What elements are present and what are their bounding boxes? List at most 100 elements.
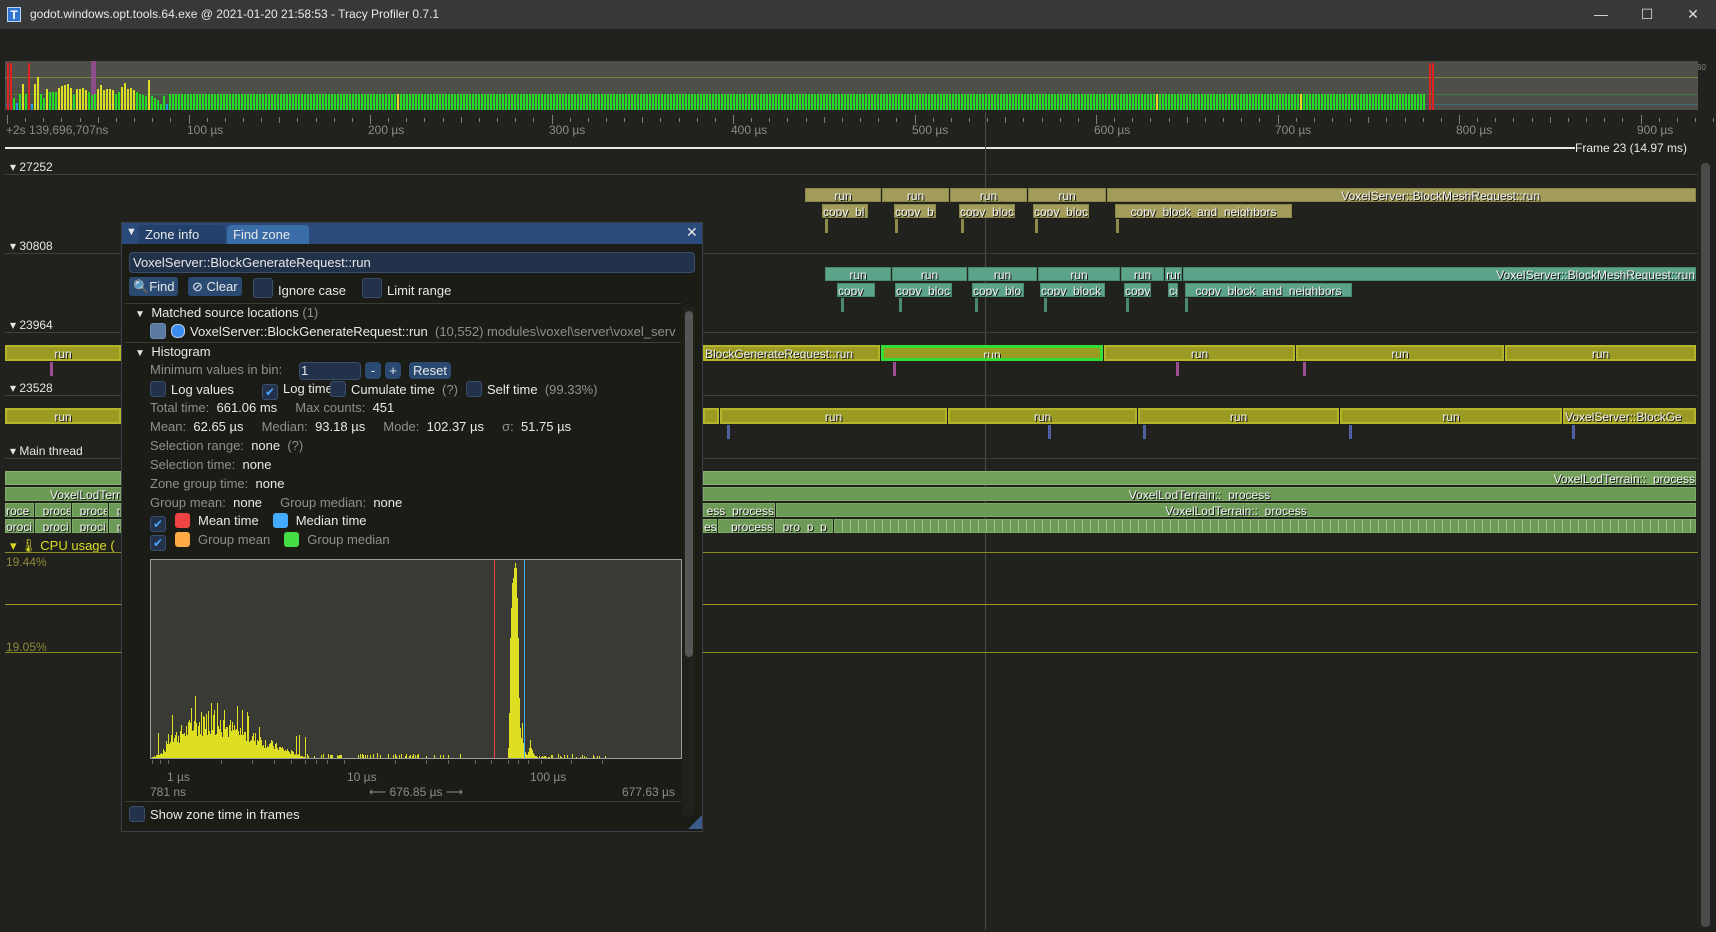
frame-bar[interactable] xyxy=(1252,94,1254,110)
frame-bar[interactable] xyxy=(448,94,450,110)
zone-run[interactable]: run xyxy=(5,408,121,424)
frame-bar[interactable] xyxy=(811,94,813,110)
tab-zone-info[interactable]: Zone info xyxy=(139,225,225,244)
frame-bar[interactable] xyxy=(724,94,726,110)
frame-bar[interactable] xyxy=(511,94,513,110)
zone-copy-block-and-neighbors[interactable]: copy_block_and_neighbors xyxy=(1185,283,1352,297)
frame-bar[interactable] xyxy=(1066,94,1068,110)
frame-bar[interactable] xyxy=(853,94,855,110)
increment-button[interactable]: + xyxy=(385,362,401,379)
frame-bar[interactable] xyxy=(1279,94,1281,110)
frame-bar[interactable] xyxy=(1045,94,1047,110)
frame-bar[interactable] xyxy=(1219,94,1221,110)
decrement-button[interactable]: - xyxy=(365,362,381,379)
frame-bar[interactable] xyxy=(1267,94,1269,110)
frame-bar[interactable] xyxy=(313,94,315,110)
frame-bar[interactable] xyxy=(1069,94,1071,110)
frame-bar[interactable] xyxy=(1063,94,1065,110)
zone-process[interactable]: roce xyxy=(5,503,34,517)
frame-bar[interactable] xyxy=(880,94,882,110)
checkbox-checked[interactable]: ✔ xyxy=(150,516,166,532)
frame-bar[interactable] xyxy=(1141,94,1143,110)
frame-bar[interactable] xyxy=(1021,94,1023,110)
frame-bar[interactable] xyxy=(1351,94,1353,110)
tab-find-zone[interactable]: Find zone xyxy=(227,225,309,244)
frame-bar[interactable] xyxy=(364,94,366,110)
frame-bar[interactable] xyxy=(949,94,951,110)
frame-bar[interactable] xyxy=(1363,94,1365,110)
frame-bar[interactable] xyxy=(547,94,549,110)
frame-bar[interactable] xyxy=(1177,94,1179,110)
frame-bar[interactable] xyxy=(379,94,381,110)
frame-bar[interactable] xyxy=(292,94,294,110)
zone-copy-block[interactable]: copy_bloc xyxy=(959,204,1015,218)
zone-run[interactable]: run xyxy=(1038,267,1120,281)
frame-bar[interactable] xyxy=(1402,94,1404,110)
frame-bar[interactable] xyxy=(721,94,723,110)
frame-bar[interactable] xyxy=(1381,94,1383,110)
frame-bar[interactable] xyxy=(661,94,663,110)
frame-bar[interactable] xyxy=(685,94,687,110)
frame-bar[interactable] xyxy=(955,94,957,110)
zone-run[interactable]: run xyxy=(948,408,1137,424)
frame-bar[interactable] xyxy=(748,94,750,110)
frame-bar[interactable] xyxy=(841,94,843,110)
frame-bar[interactable] xyxy=(1432,63,1434,110)
frame-bar[interactable] xyxy=(514,94,516,110)
frame-bar[interactable] xyxy=(1339,94,1341,110)
frame-bar[interactable] xyxy=(418,94,420,110)
frame-bar[interactable] xyxy=(163,96,165,110)
frame-bar[interactable] xyxy=(838,94,840,110)
frame-bar[interactable] xyxy=(256,94,258,110)
frame-bar[interactable] xyxy=(346,94,348,110)
frame-bar[interactable] xyxy=(592,94,594,110)
frame-bar[interactable] xyxy=(73,95,75,110)
frame-bar[interactable] xyxy=(280,94,282,110)
frame-bar[interactable] xyxy=(181,94,183,110)
checkbox-box[interactable] xyxy=(253,278,273,298)
frame-bar[interactable] xyxy=(58,88,60,110)
frame-bar[interactable] xyxy=(1417,94,1419,110)
frame-bar[interactable] xyxy=(79,89,81,110)
frame-bar[interactable] xyxy=(232,94,234,110)
frame-bar[interactable] xyxy=(964,94,966,110)
frame-bar[interactable] xyxy=(823,94,825,110)
frame-bar[interactable] xyxy=(373,94,375,110)
frame-bar[interactable] xyxy=(889,94,891,110)
frame-bar[interactable] xyxy=(1159,94,1161,110)
frame-bar[interactable] xyxy=(1237,94,1239,110)
frame-bar[interactable] xyxy=(223,94,225,110)
frame-bar[interactable] xyxy=(430,94,432,110)
frame-bar[interactable] xyxy=(1246,94,1248,110)
frame-bar[interactable] xyxy=(1234,94,1236,110)
frame-bar[interactable] xyxy=(550,94,552,110)
frame-bar[interactable] xyxy=(730,94,732,110)
frame-bar[interactable] xyxy=(1180,94,1182,110)
frame-bar[interactable] xyxy=(1135,94,1137,110)
frame-bar[interactable] xyxy=(40,94,42,110)
frame-bar[interactable] xyxy=(859,94,861,110)
frame-bar[interactable] xyxy=(847,94,849,110)
frame-bar[interactable] xyxy=(1390,94,1392,110)
frame-bar[interactable] xyxy=(1330,94,1332,110)
frame-bar[interactable] xyxy=(112,90,114,110)
histogram-header[interactable]: ▼ Histogram xyxy=(135,344,211,359)
frame-bar[interactable] xyxy=(370,94,372,110)
checkbox-box[interactable] xyxy=(330,381,346,397)
frame-bar[interactable] xyxy=(400,94,402,110)
frame-bar[interactable] xyxy=(1036,94,1038,110)
frame-bar[interactable] xyxy=(157,100,159,110)
frame-bar[interactable] xyxy=(184,94,186,110)
frame-bar[interactable] xyxy=(1081,94,1083,110)
min-values-input[interactable]: 1 xyxy=(299,362,361,380)
frame-bar[interactable] xyxy=(877,94,879,110)
frame-bar[interactable] xyxy=(556,94,558,110)
frame-bar[interactable] xyxy=(415,94,417,110)
frame-bar[interactable] xyxy=(1087,94,1089,110)
cumulate-time-checkbox[interactable]: Cumulate time (?) xyxy=(330,381,458,397)
frame-bar[interactable] xyxy=(1132,94,1134,110)
frame-bar[interactable] xyxy=(1006,94,1008,110)
frame-bar[interactable] xyxy=(520,94,522,110)
frame-bar[interactable] xyxy=(763,94,765,110)
frame-bar[interactable] xyxy=(967,94,969,110)
